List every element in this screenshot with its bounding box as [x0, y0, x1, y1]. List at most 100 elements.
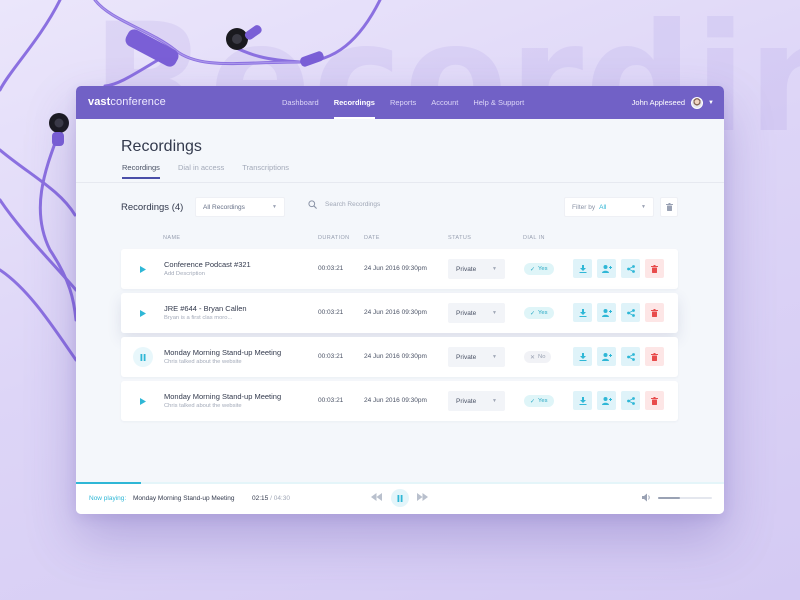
nav-reports[interactable]: Reports	[390, 86, 416, 119]
delete-icon	[651, 352, 658, 361]
chevron-down-icon: ▼	[708, 99, 714, 106]
recording-type-select[interactable]: All Recordings ▼	[195, 197, 285, 217]
rewind-button[interactable]	[371, 493, 382, 501]
delete-icon	[651, 264, 658, 273]
playback-progress-fill	[76, 482, 141, 484]
user-name: John Appleseed	[631, 98, 686, 107]
download-button[interactable]	[573, 259, 592, 278]
nav-help-support[interactable]: Help & Support	[473, 86, 524, 119]
bulk-delete-button[interactable]	[660, 197, 678, 217]
dial-in-value: No	[538, 354, 546, 360]
share-button[interactable]	[621, 347, 640, 366]
download-button[interactable]	[573, 347, 592, 366]
table-row[interactable]: Monday Morning Stand-up Meeting Chris ta…	[121, 381, 678, 421]
table-row[interactable]: JRE #644 - Bryan Callen Bryan is a first…	[121, 293, 678, 333]
nav-account[interactable]: Account	[431, 86, 458, 119]
forward-button[interactable]	[417, 493, 428, 501]
tab-recordings[interactable]: Recordings	[122, 163, 160, 179]
share-with-user-button[interactable]	[597, 259, 616, 278]
dial-in-badge[interactable]: ✓ Yes	[524, 307, 554, 319]
recording-title[interactable]: JRE #644 - Bryan Callen	[164, 304, 247, 313]
play-pause-button[interactable]	[391, 489, 409, 507]
tab-transcriptions[interactable]: Transcriptions	[242, 163, 289, 179]
column-header-dial-in: DIAL IN	[523, 235, 545, 241]
page-title: Recordings	[121, 138, 202, 155]
chevron-down-icon: ▼	[492, 310, 497, 316]
chevron-down-icon: ▼	[492, 398, 497, 404]
dial-in-value: Yes	[538, 310, 548, 316]
nav-dashboard[interactable]: Dashboard	[282, 86, 319, 119]
play-icon	[140, 309, 146, 317]
brand-logo-bold: vast	[88, 96, 111, 108]
status-value: Private	[456, 309, 477, 317]
brand-logo[interactable]: vastconference	[88, 96, 166, 108]
share-button[interactable]	[621, 303, 640, 322]
column-header-date: DATE	[364, 235, 380, 241]
share-user-icon	[601, 352, 612, 361]
volume-icon[interactable]	[642, 493, 652, 502]
recording-title[interactable]: Monday Morning Stand-up Meeting	[164, 348, 281, 357]
now-playing-label: Now playing:	[89, 495, 127, 502]
dial-in-value: Yes	[538, 398, 548, 404]
delete-button[interactable]	[645, 303, 664, 322]
app-window: vastconference Dashboard Recordings Repo…	[76, 86, 724, 514]
play-button[interactable]	[133, 391, 153, 411]
pause-icon	[140, 353, 146, 361]
filter-label: Filter by	[572, 203, 596, 211]
table-row[interactable]: Monday Morning Stand-up Meeting Chris ta…	[121, 337, 678, 377]
filter-select[interactable]: Filter by All ▼	[564, 197, 654, 217]
volume-slider[interactable]	[658, 497, 712, 499]
download-button[interactable]	[573, 303, 592, 322]
download-icon	[579, 264, 586, 273]
playback-progress[interactable]	[76, 482, 724, 484]
user-menu[interactable]: John Appleseed ▼	[632, 86, 714, 119]
current-time: 02:15	[252, 495, 269, 502]
search-icon	[308, 200, 317, 209]
dial-in-badge[interactable]: ✕ No	[524, 351, 552, 363]
nav-recordings[interactable]: Recordings	[333, 86, 376, 119]
trash-icon	[665, 203, 673, 211]
share-user-icon	[601, 264, 612, 273]
share-icon	[626, 396, 635, 405]
search-box	[308, 200, 468, 209]
download-button[interactable]	[573, 391, 592, 410]
share-button[interactable]	[621, 391, 640, 410]
recording-title[interactable]: Conference Podcast #321	[164, 260, 251, 269]
share-with-user-button[interactable]	[597, 391, 616, 410]
search-input[interactable]	[325, 201, 455, 208]
status-select[interactable]: Private ▼	[448, 391, 505, 411]
recordings-count: Recordings (4)	[121, 202, 184, 213]
check-icon: ✓	[530, 266, 536, 273]
play-button[interactable]	[133, 259, 153, 279]
delete-icon	[651, 308, 658, 317]
delete-button[interactable]	[645, 347, 664, 366]
chevron-down-icon: ▼	[492, 266, 497, 272]
recording-title[interactable]: Monday Morning Stand-up Meeting	[164, 392, 281, 401]
status-select[interactable]: Private ▼	[448, 347, 505, 367]
dial-in-badge[interactable]: ✓ Yes	[524, 263, 554, 275]
share-button[interactable]	[621, 259, 640, 278]
delete-button[interactable]	[645, 259, 664, 278]
check-icon: ✓	[530, 398, 536, 405]
download-icon	[579, 308, 586, 317]
status-select[interactable]: Private ▼	[448, 303, 505, 323]
filter-value: All	[599, 203, 607, 211]
rewind-icon	[371, 493, 382, 501]
recording-description[interactable]: Bryan is a first clas moro...	[164, 315, 232, 321]
now-playing-title: Monday Morning Stand-up Meeting	[133, 495, 235, 502]
share-with-user-button[interactable]	[597, 303, 616, 322]
recording-description[interactable]: Chris talked about the website	[164, 403, 242, 409]
recording-description[interactable]: Add Description	[164, 271, 205, 277]
play-button[interactable]	[133, 303, 153, 323]
tab-dial-in-access[interactable]: Dial in access	[178, 163, 224, 179]
recording-duration: 00:03:21	[318, 265, 344, 272]
status-select[interactable]: Private ▼	[448, 259, 505, 279]
pause-button[interactable]	[133, 347, 153, 367]
delete-button[interactable]	[645, 391, 664, 410]
share-user-icon	[601, 308, 612, 317]
recording-description[interactable]: Chris talked about the website	[164, 359, 242, 365]
dial-in-badge[interactable]: ✓ Yes	[524, 395, 554, 407]
table-row[interactable]: Conference Podcast #321 Add Description …	[121, 249, 678, 289]
share-with-user-button[interactable]	[597, 347, 616, 366]
download-icon	[579, 352, 586, 361]
